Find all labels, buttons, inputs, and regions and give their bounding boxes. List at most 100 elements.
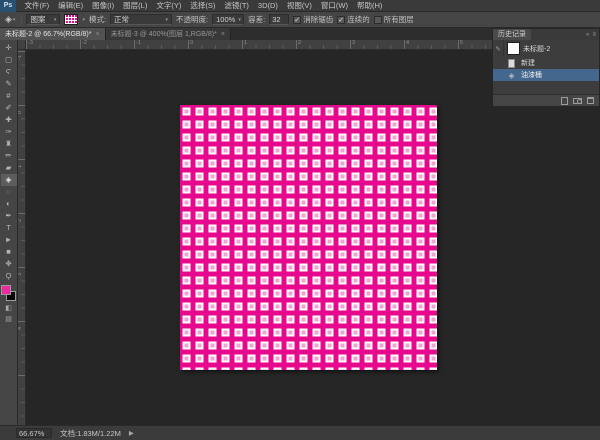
- document-tab-title: 未标题-3 @ 400%(图层 1,RGB/8)*: [111, 29, 217, 39]
- screen-mode-button[interactable]: ▤: [1, 313, 17, 324]
- menu-bar: Ps 文件(F)编辑(E)图像(I)图层(L)文字(Y)选择(S)滤镜(T)3D…: [0, 0, 600, 12]
- history-state-新建[interactable]: 新建: [493, 57, 599, 69]
- menu-item-文字[interactable]: 文字(Y): [152, 0, 186, 12]
- new-document-from-state-icon[interactable]: [561, 97, 568, 105]
- mode-label: 模式:: [89, 14, 106, 25]
- document-icon: [505, 59, 518, 68]
- foreground-color-swatch[interactable]: [1, 285, 11, 295]
- checkbox-所有图层[interactable]: [374, 16, 382, 24]
- close-tab-icon[interactable]: ×: [221, 31, 225, 38]
- chevron-down-icon: ▾: [238, 17, 241, 23]
- menu-item-滤镜[interactable]: 滤镜(T): [220, 0, 254, 12]
- checkbox-连续的[interactable]: ✓: [337, 16, 345, 24]
- v-ruler-label: 3: [18, 273, 23, 276]
- delete-state-icon[interactable]: [587, 97, 594, 104]
- blur-tool[interactable]: ◌: [1, 186, 17, 198]
- fill-source-value: 图案: [30, 14, 45, 25]
- menu-item-选择[interactable]: 选择(S): [186, 0, 220, 12]
- collapse-panel-icon[interactable]: «: [586, 32, 589, 38]
- menu-item-3D[interactable]: 3D(D): [253, 0, 282, 12]
- dodge-tool-icon: ◐: [6, 198, 11, 210]
- fill-source-dropdown[interactable]: 图案 ▾: [26, 14, 60, 25]
- v-ruler-label: 1: [18, 165, 23, 168]
- eyedropper-tool[interactable]: ✐: [1, 102, 17, 114]
- paint-bucket-tool[interactable]: ◈: [1, 174, 17, 186]
- history-brush-tool[interactable]: ✏: [1, 150, 17, 162]
- path-selection-tool[interactable]: ►: [1, 234, 17, 246]
- v-ruler-label: 4: [18, 327, 23, 330]
- pattern-picker-swatch[interactable]: [64, 14, 78, 25]
- hand-tool[interactable]: ✥: [1, 258, 17, 270]
- checkbox-group-连续的: ✓连续的: [337, 14, 370, 25]
- tool-preset-picker[interactable]: ◈ ▾: [3, 15, 17, 24]
- menu-item-编辑[interactable]: 编辑(E): [54, 0, 88, 12]
- checkbox-label-连续的: 连续的: [347, 14, 370, 25]
- h-ruler-label: 5: [460, 40, 463, 46]
- h-ruler-label: -3: [28, 40, 33, 46]
- history-panel-body: ✎ 未标题-2 新建◈油漆桶: [493, 40, 599, 94]
- checkbox-消除锯齿[interactable]: ✓: [293, 16, 301, 24]
- document-tab[interactable]: 未标题-3 @ 400%(图层 1,RGB/8)* ×: [106, 28, 231, 40]
- menu-item-图像[interactable]: 图像(I): [88, 0, 119, 12]
- rectangle-tool-icon: ■: [6, 246, 11, 258]
- quick-mask-mode-button[interactable]: ◧: [1, 302, 17, 313]
- chevron-down-icon: ▾: [166, 17, 169, 23]
- menu-item-视图[interactable]: 视图(V): [282, 0, 316, 12]
- horizontal-type-tool-icon: T: [6, 222, 11, 234]
- spot-healing-brush-tool[interactable]: ✚: [1, 114, 17, 126]
- snapshot-label: 未标题-2: [523, 44, 550, 54]
- blend-mode-dropdown[interactable]: 正常 ▾: [110, 14, 172, 25]
- lasso-tool[interactable]: Ϛ: [1, 66, 17, 78]
- spot-healing-brush-tool-icon: ✚: [5, 114, 11, 126]
- menu-item-图层[interactable]: 图层(L): [119, 0, 152, 12]
- horizontal-type-tool[interactable]: T: [1, 222, 17, 234]
- paint-bucket-icon: ◈: [505, 71, 518, 80]
- zoom-tool[interactable]: Ϙ: [1, 270, 17, 282]
- history-brush-source-icon[interactable]: ✎: [493, 40, 504, 57]
- ruler-corner: [18, 40, 26, 50]
- menu-item-文件[interactable]: 文件(F): [20, 0, 54, 12]
- divider: [21, 14, 22, 26]
- zoom-level-input[interactable]: [16, 428, 52, 438]
- move-tool[interactable]: ✛: [1, 42, 17, 54]
- tolerance-input[interactable]: [269, 14, 289, 25]
- brush-tool[interactable]: ✑: [1, 126, 17, 138]
- checkbox-group-消除锯齿: ✓消除锯齿: [293, 14, 333, 25]
- document-icon: [508, 59, 515, 68]
- quick-selection-tool-icon: ✎: [5, 78, 11, 90]
- history-panel-header: 历史记录 « ≡: [493, 29, 599, 40]
- rectangular-marquee-tool-icon: ▢: [5, 54, 12, 66]
- vertical-ruler[interactable]: -101234: [18, 50, 26, 425]
- pen-tool[interactable]: ✒: [1, 210, 17, 222]
- menu-item-窗口[interactable]: 窗口(W): [316, 0, 352, 12]
- new-snapshot-icon[interactable]: [573, 98, 582, 104]
- opacity-label: 不透明度:: [176, 14, 208, 25]
- rectangle-tool[interactable]: ■: [1, 246, 17, 258]
- checkbox-group-所有图层: 所有图层: [374, 14, 414, 25]
- clone-stamp-tool[interactable]: ♜: [1, 138, 17, 150]
- rectangular-marquee-tool[interactable]: ▢: [1, 54, 17, 66]
- close-tab-icon[interactable]: ×: [95, 31, 99, 38]
- history-state-油漆桶[interactable]: ◈油漆桶: [493, 69, 599, 81]
- crop-tool[interactable]: #: [1, 90, 17, 102]
- opacity-dropdown[interactable]: 100% ▾: [212, 14, 244, 25]
- dodge-tool[interactable]: ◐: [1, 198, 17, 210]
- path-selection-tool-icon: ►: [5, 234, 12, 246]
- eraser-tool[interactable]: ▰: [1, 162, 17, 174]
- panel-menu-icon[interactable]: ≡: [592, 32, 596, 38]
- checkbox-label-所有图层: 所有图层: [384, 14, 414, 25]
- history-panel-tab[interactable]: 历史记录: [493, 29, 531, 40]
- v-ruler-label: 2: [18, 219, 23, 222]
- quick-selection-tool[interactable]: ✎: [1, 78, 17, 90]
- menu-item-帮助[interactable]: 帮助(H): [353, 0, 387, 12]
- status-options-arrow-icon[interactable]: ▶: [129, 429, 134, 437]
- document-tab[interactable]: 未标题-2 @ 66.7%(RGB/8)* ×: [0, 28, 106, 40]
- photoshop-window: Ps 文件(F)编辑(E)图像(I)图层(L)文字(Y)选择(S)滤镜(T)3D…: [0, 0, 600, 440]
- history-snapshot-row[interactable]: ✎ 未标题-2: [493, 40, 599, 57]
- document-tab-title: 未标题-2 @ 66.7%(RGB/8)*: [5, 29, 91, 39]
- h-ruler-label: 1: [244, 40, 247, 46]
- document-canvas[interactable]: [180, 105, 437, 370]
- tool-options-bar: ◈ ▾ 图案 ▾ ▾ 模式: 正常 ▾ 不透明度: 100% ▾ 容差: ✓消除…: [0, 12, 600, 28]
- h-ruler-label: 3: [352, 40, 355, 46]
- chevron-down-icon: ▾: [54, 17, 57, 23]
